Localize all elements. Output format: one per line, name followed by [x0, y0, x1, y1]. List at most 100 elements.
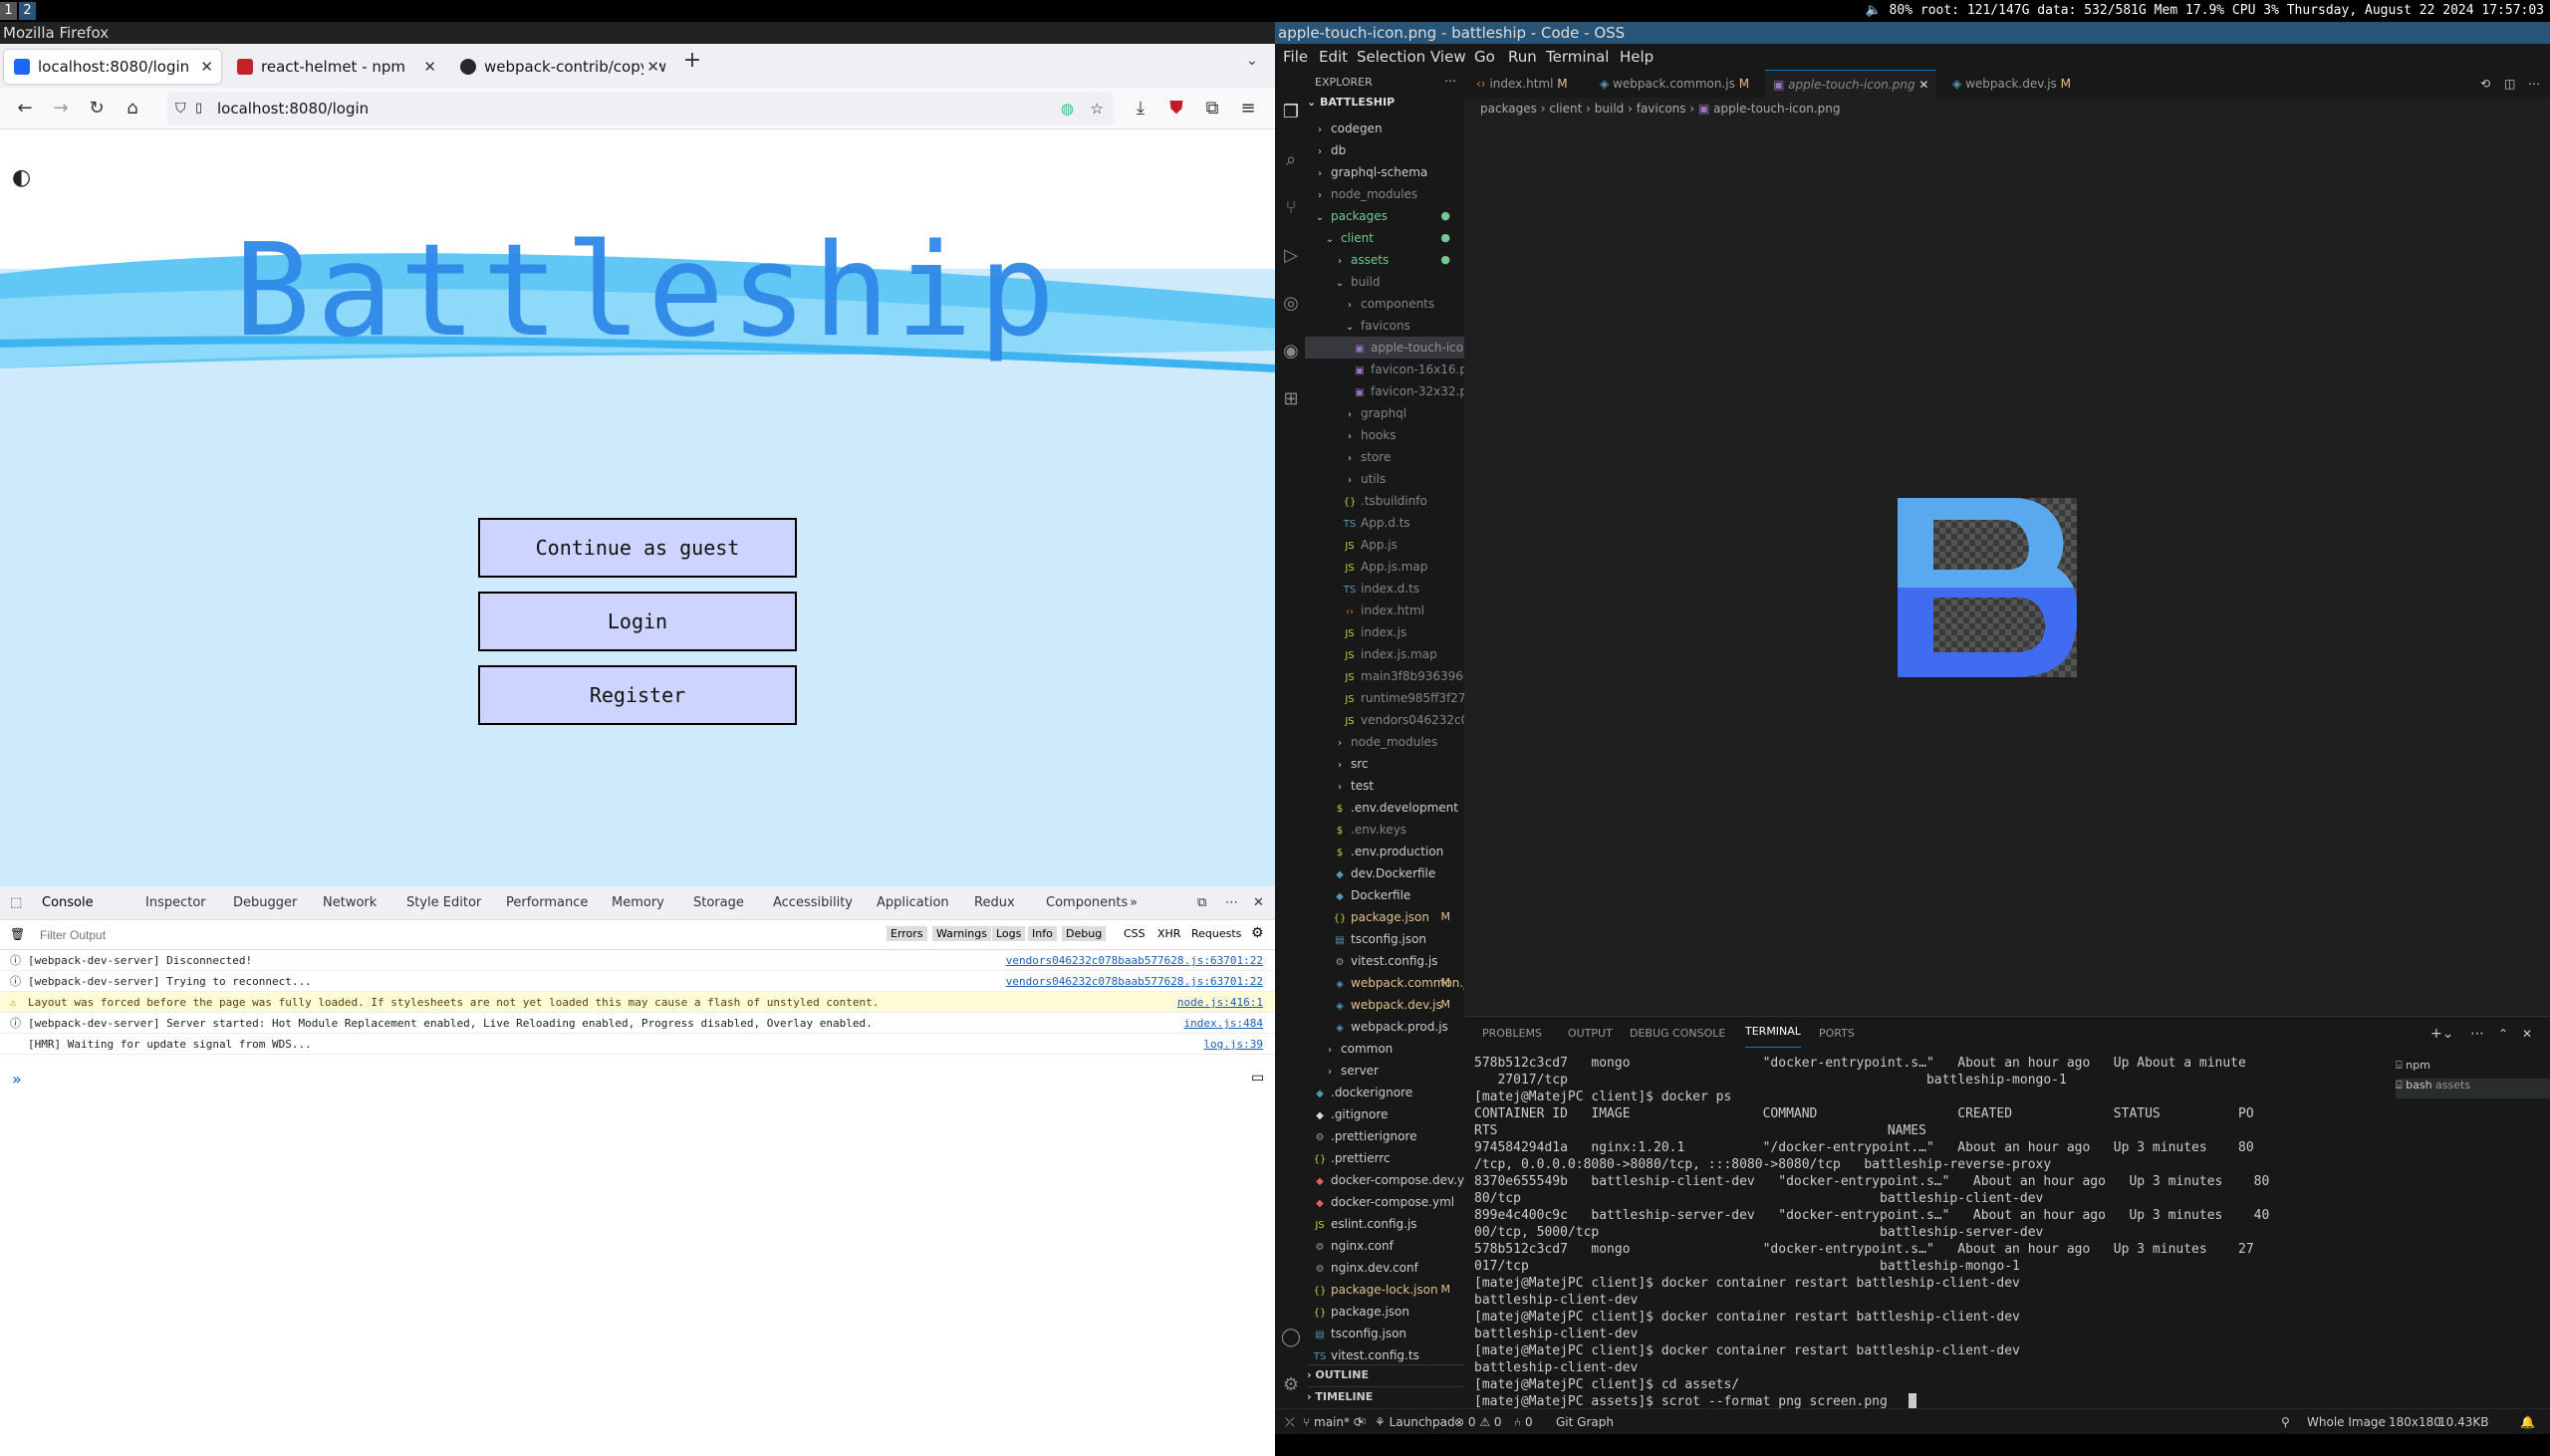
more-actions-icon[interactable]: ⋯ [1444, 74, 1456, 88]
tree-item[interactable]: JS App.js.map [1305, 556, 1464, 578]
tree-item[interactable]: › assets ● [1305, 249, 1464, 271]
tree-item[interactable]: ▣ favicon-32x32.png [1305, 380, 1464, 402]
branch-status[interactable]: ⑂ main* ⟳ [1303, 1409, 1364, 1435]
more-actions-icon[interactable]: ⋯ [2470, 1017, 2484, 1051]
tab-webpack-contrib[interactable]: webpack-contrib/copy-w ✕ [450, 50, 667, 84]
notifications-icon[interactable]: 🔔 [2520, 1409, 2535, 1435]
tree-item[interactable]: ⌄ packages ● [1305, 205, 1464, 227]
filter-output-input[interactable] [40, 925, 339, 945]
tab-output[interactable]: OUTPUT [1568, 1017, 1613, 1051]
zoom-icon[interactable]: ⚲ [2281, 1409, 2290, 1435]
tree-item[interactable]: ◆ Dockerfile [1305, 884, 1464, 906]
close-icon[interactable]: ✕ [423, 50, 436, 84]
tree-item[interactable]: › graphql-schema [1305, 161, 1464, 183]
tree-item[interactable]: TS App.d.ts [1305, 512, 1464, 534]
tree-item[interactable]: › node_modules [1305, 731, 1464, 753]
tree-item[interactable]: JS eslint.config.js [1305, 1213, 1464, 1235]
breadcrumb-item[interactable]: packages [1480, 102, 1537, 116]
terminal-item-npm[interactable]: ⌸ npm [2396, 1059, 2550, 1079]
tree-item[interactable]: ◈ webpack.prod.js [1305, 1016, 1464, 1038]
tree-item[interactable]: JS vendors046232c078baab57762... [1305, 709, 1464, 731]
zoom-status[interactable]: Whole Image [2307, 1409, 2386, 1435]
run-debug-icon[interactable]: ▷ [1280, 245, 1302, 267]
launchpad-status[interactable]: ⚘ Launchpad [1375, 1409, 1455, 1435]
tree-item[interactable]: {} .tsbuildinfo [1305, 490, 1464, 512]
back-icon[interactable]: ← [14, 98, 36, 120]
tree-item[interactable]: ◆ .dockerignore [1305, 1082, 1464, 1103]
workspace-2[interactable]: 2 [19, 2, 36, 20]
breadcrumb-item[interactable]: apple-touch-icon.png [1713, 102, 1840, 116]
tree-item[interactable]: › hooks [1305, 424, 1464, 446]
extensions-icon[interactable]: ⊞ [1280, 388, 1302, 410]
menu-selection[interactable]: Selection [1357, 44, 1425, 70]
tree-item[interactable]: › src [1305, 753, 1464, 775]
account-icon[interactable]: ◯ [1280, 1327, 1302, 1348]
tree-item[interactable]: {} package-lock.json M [1305, 1279, 1464, 1301]
tab-application[interactable]: Application [877, 886, 949, 920]
timeline-section[interactable]: › TIMELINE [1307, 1386, 1464, 1403]
more-tabs-icon[interactable]: » [1130, 886, 1138, 920]
extensions-icon[interactable]: ⧉ [1201, 98, 1223, 120]
tree-item[interactable]: JS index.js.map [1305, 643, 1464, 665]
tab-react-helmet[interactable]: react-helmet - npm ✕ [227, 50, 444, 84]
ublock-icon[interactable]: ⛊ [1165, 98, 1187, 120]
tree-item[interactable]: › graphql [1305, 402, 1464, 424]
workspace-root[interactable]: ⌄ BATTLESHIP [1307, 96, 1395, 109]
menu-go[interactable]: Go [1474, 44, 1495, 70]
remote-icon[interactable]: ⤫ [1285, 1409, 1295, 1435]
pick-element-icon[interactable]: ⬚ [10, 886, 22, 920]
tree-item[interactable]: $ .env.production [1305, 841, 1464, 862]
close-icon[interactable]: ✕ [643, 50, 659, 84]
tree-item[interactable]: › components [1305, 293, 1464, 315]
tree-item[interactable]: {} .prettierrc [1305, 1147, 1464, 1169]
page-icon[interactable]: ▯ [195, 92, 202, 125]
close-panel-icon[interactable]: ✕ [2522, 1017, 2532, 1051]
filter-info[interactable]: Info [1028, 926, 1057, 941]
new-terminal-icon[interactable]: +⌄ [2430, 1017, 2453, 1051]
menu-terminal[interactable]: Terminal [1546, 44, 1609, 70]
tab-debug-console[interactable]: DEBUG CONSOLE [1630, 1017, 1725, 1051]
tree-item[interactable]: ▣ favicon-16x16.png [1305, 359, 1464, 380]
log-source-link[interactable]: node.js:416:1 [1177, 992, 1263, 1013]
close-icon[interactable]: ✕ [1918, 78, 1928, 92]
tab-terminal[interactable]: TERMINAL [1745, 1017, 1801, 1048]
log-source-link[interactable]: index.js:484 [1184, 1013, 1263, 1034]
url-bar[interactable]: ⛉ ▯ localhost:8080/login ◍ ☆ [167, 92, 1114, 125]
list-tabs-icon[interactable]: ⌄ [1241, 50, 1263, 72]
tree-item[interactable]: {} package.json M [1305, 906, 1464, 928]
editor-mode-icon[interactable]: ▭ [1251, 1070, 1264, 1086]
close-icon[interactable]: ✕ [200, 50, 213, 84]
tab-components[interactable]: Components [1046, 886, 1128, 920]
reload-icon[interactable]: ↻ [86, 98, 108, 120]
git-graph-icon[interactable]: ◎ [1280, 293, 1302, 315]
tree-item[interactable]: ◆ dev.Dockerfile [1305, 862, 1464, 884]
filter-debug[interactable]: Debug [1062, 926, 1107, 941]
menu-help[interactable]: Help [1620, 44, 1654, 70]
log-source-link[interactable]: vendors046232c078baab577628.js:63701:22 [1006, 971, 1263, 992]
tab-memory[interactable]: Memory [612, 886, 664, 920]
log-source-link[interactable]: log.js:39 [1203, 1034, 1263, 1055]
menu-file[interactable]: File [1283, 44, 1308, 70]
search-icon[interactable]: ⌕ [1280, 149, 1302, 171]
tree-item[interactable]: › common [1305, 1038, 1464, 1060]
theme-toggle-icon[interactable]: ◐ [12, 165, 31, 190]
tab-storage[interactable]: Storage [693, 886, 744, 920]
terminal-output[interactable]: 578b512c3cd7 mongo "docker-entrypoint.s…… [1474, 1051, 2311, 1409]
tab-accessibility[interactable]: Accessibility [773, 886, 853, 920]
source-control-icon[interactable]: ⑂ [1280, 197, 1302, 219]
shield-icon[interactable]: ⛉ [175, 92, 186, 125]
tree-item[interactable]: JS main3f8b936396e2b8941070.js [1305, 665, 1464, 687]
tab-ports[interactable]: PORTS [1819, 1017, 1855, 1051]
tree-item[interactable]: › store [1305, 446, 1464, 468]
tree-item[interactable]: ◆ docker-compose.dev.yml [1305, 1169, 1464, 1191]
tree-item[interactable]: JS App.js [1305, 534, 1464, 556]
workspace-1[interactable]: 1 [0, 2, 17, 20]
tree-item[interactable]: ▤ tsconfig.json [1305, 1323, 1464, 1344]
downloads-icon[interactable]: ⤓ [1130, 98, 1151, 120]
tree-item[interactable]: ▤ tsconfig.json [1305, 928, 1464, 950]
tree-item[interactable]: $ .env.development [1305, 797, 1464, 819]
tree-item[interactable]: JS runtime985ff3f270d43d7064ce.js [1305, 687, 1464, 709]
tab-performance[interactable]: Performance [506, 886, 588, 920]
outline-section[interactable]: › OUTLINE [1307, 1364, 1464, 1381]
tab-problems[interactable]: PROBLEMS [1482, 1017, 1542, 1051]
